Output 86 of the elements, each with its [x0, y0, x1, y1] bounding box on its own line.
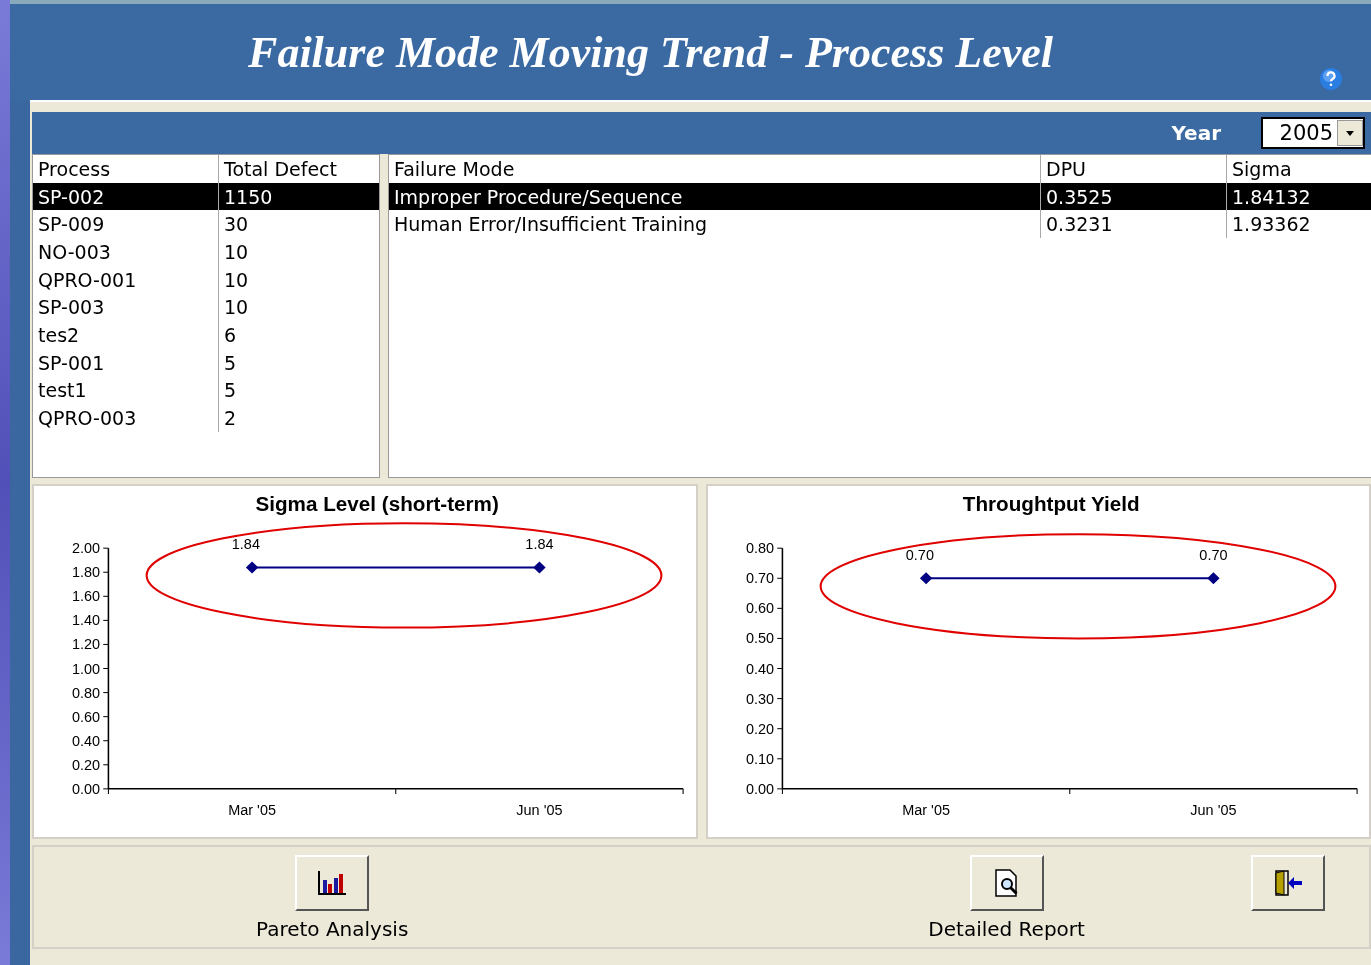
table-cell: 0.3231	[1041, 210, 1227, 239]
table-cell: SP-002	[33, 182, 219, 211]
table-cell: test1	[33, 376, 219, 405]
y-tick-label: 2.00	[72, 540, 101, 557]
table-cell-text: 10	[223, 267, 250, 293]
y-tick-label: 0.70	[745, 570, 774, 587]
y-tick-label: 0.60	[72, 708, 101, 725]
process-row[interactable]: QPRO-001 10	[33, 265, 379, 294]
data-point	[533, 561, 546, 574]
failure-mode-row[interactable]: Improper Procedure/Sequence 0.3525 1.84132	[389, 182, 1371, 211]
process-row[interactable]: tes2 6	[33, 321, 379, 349]
chart-title: Sigma Level (short-term)	[255, 493, 499, 515]
y-tick-label: 0.50	[745, 630, 774, 647]
table-cell-text: 1.93362	[1231, 212, 1312, 238]
column-header[interactable]: Total Defect	[219, 155, 379, 183]
y-tick-label: 0.40	[745, 660, 774, 677]
x-tick-label: Jun '05	[1189, 802, 1237, 818]
exit-door-icon	[1273, 869, 1303, 897]
table-cell-text: 10	[223, 239, 250, 265]
process-row[interactable]: SP-003 10	[33, 293, 379, 322]
y-tick-label: 1.40	[72, 612, 101, 629]
table-cell: NO-003	[33, 238, 219, 266]
process-row[interactable]: SP-001 5	[33, 348, 379, 377]
table-cell: QPRO-001	[33, 265, 219, 294]
table-cell: tes2	[33, 321, 219, 349]
data-label: 0.70	[905, 547, 934, 564]
table-cell: Improper Procedure/Sequence	[389, 182, 1041, 211]
y-tick-label: 0.60	[745, 600, 774, 617]
table-cell-text: 5	[223, 350, 238, 376]
x-tick-label: Jun '05	[516, 802, 563, 818]
table-cell-text: 1.84132	[1231, 184, 1312, 210]
help-icon[interactable]	[1319, 67, 1343, 91]
button-label: Detailed Report	[928, 917, 1085, 941]
y-tick-label: 0.10	[745, 751, 774, 767]
data-point	[919, 572, 932, 585]
y-tick-label: 0.20	[72, 757, 101, 773]
table-cell: Human Error/Insufficient Training	[389, 210, 1041, 239]
exit-button[interactable]	[1251, 855, 1325, 911]
data-label: 1.84	[525, 536, 554, 553]
table-cell-text: 6	[223, 322, 238, 348]
table-cell: QPRO-003	[33, 404, 219, 432]
chart-title: Throughtput Yield	[962, 493, 1140, 515]
y-tick-label: 1.00	[72, 660, 101, 677]
failure-mode-row[interactable]: Human Error/Insufficient Training 0.3231 1.93362	[389, 210, 1371, 239]
report-button[interactable]	[969, 855, 1044, 911]
bar-chart-icon	[317, 870, 348, 896]
y-tick-label: 1.60	[72, 588, 101, 605]
y-tick-label: 0.00	[72, 781, 101, 797]
table-cell: SP-001	[33, 348, 219, 377]
year-dropdown[interactable]: 2005	[1261, 117, 1365, 149]
column-header[interactable]: Process	[33, 155, 219, 183]
page-title: Failure Mode Moving Trend - Process Level	[248, 26, 1054, 78]
table-cell-text: 30	[223, 212, 250, 238]
pareto-button[interactable]	[295, 855, 370, 911]
table-cell: SP-009	[33, 210, 219, 239]
table-cell-text: 2	[223, 406, 238, 432]
process-row[interactable]: SP-009 30	[33, 210, 379, 239]
table-cell-text: 1150	[223, 184, 274, 210]
process-row[interactable]: QPRO-003 2	[33, 404, 379, 432]
process-row[interactable]: SP-002 1150	[33, 182, 379, 211]
x-tick-label: Mar '05	[228, 802, 276, 818]
year-label: Year	[1171, 121, 1221, 145]
data-point	[245, 561, 259, 574]
data-label: 0.70	[1198, 547, 1227, 564]
process-row[interactable]: test1 5	[33, 376, 379, 405]
y-tick-label: 0.00	[745, 781, 774, 797]
data-point	[1206, 572, 1220, 585]
table-cell: 0.3525	[1041, 182, 1227, 211]
data-label: 1.84	[231, 536, 260, 553]
y-tick-label: 0.20	[745, 720, 774, 737]
column-header[interactable]: DPU	[1041, 155, 1227, 183]
y-tick-label: 0.40	[72, 732, 101, 749]
y-tick-label: 0.80	[72, 684, 101, 701]
x-tick-label: Mar '05	[901, 802, 950, 818]
table-cell-text: 5	[223, 378, 238, 404]
y-tick-label: 1.80	[72, 564, 101, 581]
table-cell: SP-003	[33, 293, 219, 322]
button-label: Pareto Analysis	[256, 917, 409, 941]
y-tick-label: 1.20	[72, 636, 101, 653]
column-header[interactable]: Sigma	[1227, 155, 1371, 183]
process-row[interactable]: NO-003 10	[33, 238, 379, 266]
column-header[interactable]: Failure Mode	[389, 155, 1041, 183]
dropdown-arrow-icon	[1346, 130, 1354, 136]
y-tick-label: 0.30	[745, 690, 774, 707]
table-cell-text: 10	[223, 295, 250, 321]
y-tick-label: 0.80	[745, 540, 774, 557]
